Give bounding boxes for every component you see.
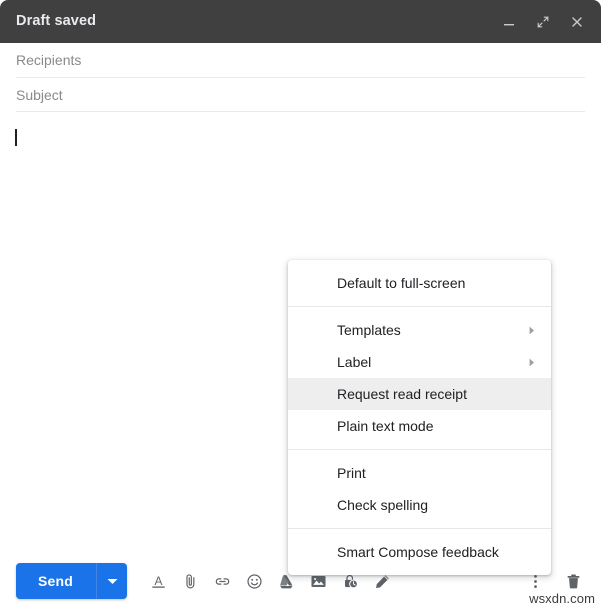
menu-item-label: Check spelling — [337, 497, 429, 513]
chevron-right-icon — [529, 326, 535, 335]
trash-icon — [567, 573, 579, 588]
close-icon — [572, 16, 582, 27]
menu-item-templates[interactable]: Templates — [288, 314, 551, 346]
subject-field[interactable]: Subject — [16, 78, 585, 112]
expand-icon — [537, 16, 549, 27]
svg-text:A: A — [154, 573, 162, 587]
send-button-group[interactable]: Send — [16, 563, 128, 599]
site-watermark: wsxdn.com — [529, 591, 595, 606]
minimize-icon — [504, 23, 514, 25]
menu-group: Smart Compose feedback — [288, 536, 551, 568]
send-options-button[interactable] — [96, 563, 127, 599]
attach-file-icon — [185, 573, 194, 588]
chevron-down-icon — [107, 578, 118, 584]
insert-link-icon — [215, 577, 229, 585]
menu-item-label: Label — [337, 354, 372, 370]
fullscreen-button[interactable] — [533, 12, 553, 32]
attach-file-button[interactable] — [174, 565, 206, 597]
menu-item-default-to-full-screen[interactable]: Default to full-screen — [288, 267, 551, 299]
menu-item-check-spelling[interactable]: Check spelling — [288, 489, 551, 521]
menu-item-print[interactable]: Print — [288, 457, 551, 489]
compose-window-title: Draft saved — [16, 13, 97, 30]
compose-options-menu: Default to full-screen Templates Label R… — [288, 260, 551, 575]
send-button[interactable]: Send — [16, 563, 96, 599]
menu-item-label: Templates — [337, 322, 401, 338]
format-text-button[interactable]: A — [142, 565, 174, 597]
text-caret — [15, 129, 17, 146]
menu-item-label: Default to full-screen — [337, 275, 466, 291]
menu-item-request-read-receipt[interactable]: Request read receipt — [288, 378, 551, 410]
menu-item-label: Print — [337, 465, 366, 481]
recipients-placeholder: Recipients — [16, 52, 82, 68]
menu-item-label: Plain text mode — [337, 418, 434, 434]
menu-item-label[interactable]: Label — [288, 346, 551, 378]
chevron-right-icon — [529, 358, 535, 367]
compose-fields: Recipients Subject — [0, 43, 601, 112]
menu-item-plain-text-mode[interactable]: Plain text mode — [288, 410, 551, 442]
menu-divider — [288, 306, 551, 307]
menu-divider — [288, 528, 551, 529]
compose-window: Draft saved Recipients Subject Send A De… — [0, 0, 601, 607]
menu-group: Templates Label Request read receipt Pla… — [288, 314, 551, 442]
menu-item-label: Request read receipt — [337, 386, 467, 402]
menu-item-smart-compose-feedback[interactable]: Smart Compose feedback — [288, 536, 551, 568]
insert-emoji-button[interactable] — [238, 565, 270, 597]
menu-divider — [288, 449, 551, 450]
menu-group: Default to full-screen — [288, 267, 551, 299]
insert-link-button[interactable] — [206, 565, 238, 597]
format-text-icon: A — [151, 573, 165, 587]
close-button[interactable] — [567, 12, 587, 32]
minimize-button[interactable] — [499, 12, 519, 32]
window-controls — [499, 12, 587, 32]
menu-item-label: Smart Compose feedback — [337, 544, 499, 560]
subject-placeholder: Subject — [16, 86, 63, 103]
menu-group: Print Check spelling — [288, 457, 551, 521]
compose-header: Draft saved — [0, 0, 601, 43]
recipients-field[interactable]: Recipients — [16, 43, 585, 78]
insert-emoji-icon — [246, 573, 262, 589]
